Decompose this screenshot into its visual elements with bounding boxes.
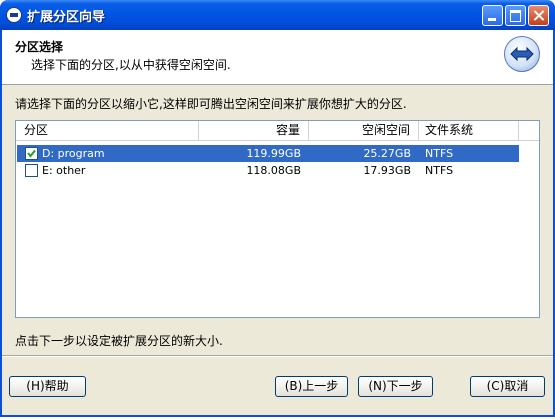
help-button[interactable]: (H)帮助 (9, 376, 86, 397)
partition-checkbox[interactable] (25, 147, 38, 160)
back-button[interactable]: (B)上一步 (275, 376, 348, 397)
partition-filesystem: NTFS (425, 147, 454, 160)
wizard-header: 分区选择 选择下面的分区,以从中获得空闲空间. (2, 30, 553, 85)
partition-name: E: other (42, 164, 86, 177)
instruction-text: 请选择下面的分区以缩小它,这样即可腾出空闲空间来扩展你想扩大的分区. (15, 97, 407, 111)
close-button[interactable] (528, 5, 549, 26)
maximize-button[interactable] (505, 5, 526, 26)
partition-list[interactable]: 分区 容量 空闲空间 文件系统 D: program 119.99GB 25.2… (15, 120, 540, 318)
partition-free-space: 25.27GB (363, 147, 411, 160)
header-subtitle: 选择下面的分区,以从中获得空闲空间. (31, 58, 231, 72)
partition-capacity: 118.08GB (246, 164, 301, 177)
column-header-partition[interactable]: 分区 (16, 121, 199, 140)
wizard-window: 扩展分区向导 分区选择 选择下面的分区,以从中获得空闲空间. 请选择下面的分区以… (0, 0, 555, 417)
footer-hint: 点击下一步以设定被扩展分区的新大小. (15, 334, 223, 348)
partition-free-space: 17.93GB (363, 164, 411, 177)
expand-partition-icon (504, 36, 540, 72)
column-header-free-space[interactable]: 空闲空间 (309, 121, 419, 140)
column-header-capacity[interactable]: 容量 (199, 121, 309, 140)
next-button[interactable]: (N)下一步 (358, 376, 433, 397)
partition-checkbox[interactable] (25, 164, 38, 177)
cancel-button[interactable]: (C)取消 (470, 376, 545, 397)
window-title: 扩展分区向导 (27, 10, 106, 25)
partition-row[interactable]: E: other 118.08GB 17.93GB NTFS (17, 162, 519, 179)
title-bar[interactable]: 扩展分区向导 (0, 0, 555, 30)
partition-row[interactable]: D: program 119.99GB 25.27GB NTFS (17, 145, 519, 162)
partition-filesystem: NTFS (425, 164, 454, 177)
column-header-filesystem[interactable]: 文件系统 (419, 121, 519, 140)
checkmark-icon (27, 149, 36, 158)
partition-name: D: program (42, 147, 105, 160)
app-icon (6, 7, 22, 23)
list-header: 分区 容量 空闲空间 文件系统 (16, 121, 539, 141)
partition-capacity: 119.99GB (246, 147, 301, 160)
header-title: 分区选择 (15, 40, 64, 54)
divider (2, 355, 553, 357)
minimize-button[interactable] (482, 5, 503, 26)
